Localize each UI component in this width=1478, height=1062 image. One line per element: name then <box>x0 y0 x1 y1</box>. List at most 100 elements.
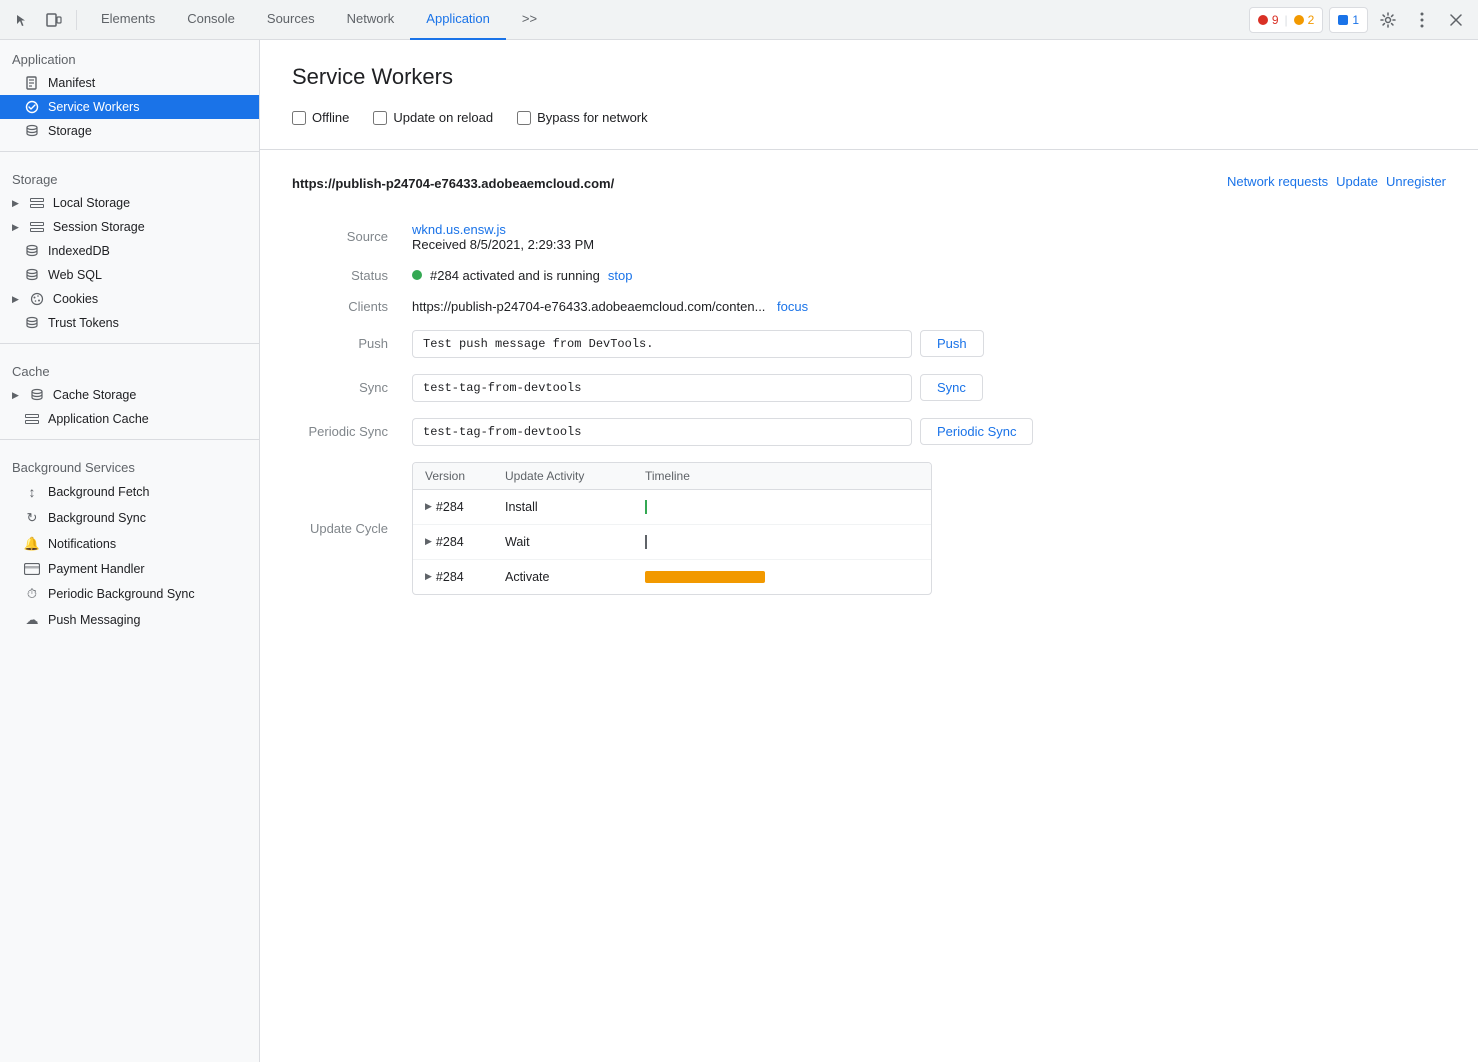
update-on-reload-label: Update on reload <box>393 110 493 125</box>
version-cell[interactable]: ▶ #284 <box>425 535 505 549</box>
sidebar-item-periodic-bg-sync[interactable]: ⏱ Periodic Background Sync <box>0 581 259 607</box>
errors-badge[interactable]: 9 | 2 <box>1249 7 1324 33</box>
periodic-sync-label: Periodic Sync <box>292 416 412 447</box>
periodic-sync-input[interactable] <box>412 418 912 446</box>
content-area: Service Workers Offline Update on reload… <box>260 40 1478 1062</box>
sidebar-item-bg-fetch-label: Background Fetch <box>48 485 149 499</box>
version-text: #284 <box>436 500 464 514</box>
expand-icon: ▶ <box>425 571 432 582</box>
sidebar-item-indexeddb[interactable]: IndexedDB <box>0 239 259 263</box>
col-version: Version <box>425 469 505 483</box>
status-row: #284 activated and is running stop <box>412 268 1446 283</box>
cache-storage-icon <box>29 388 45 402</box>
activity-cell: Activate <box>505 570 645 584</box>
bypass-for-network-label: Bypass for network <box>537 110 648 125</box>
cursor-icon[interactable] <box>8 6 36 34</box>
separator <box>76 10 77 30</box>
sidebar-item-manifest[interactable]: Manifest <box>0 71 259 95</box>
sidebar-item-push-messaging[interactable]: ☁ Push Messaging <box>0 607 259 633</box>
sidebar-header-background: Background Services <box>0 448 259 479</box>
update-cycle-table: Version Update Activity Timeline ▶ #284 … <box>412 462 932 595</box>
push-button[interactable]: Push <box>920 330 984 357</box>
clients-label: Clients <box>292 291 412 322</box>
update-cycle-label: Update Cycle <box>292 513 412 544</box>
manifest-icon <box>24 76 40 90</box>
sync-input[interactable] <box>412 374 912 402</box>
sidebar-item-local-storage[interactable]: ▶ Local Storage <box>0 191 259 215</box>
timeline-green-dot <box>645 500 647 514</box>
tab-more[interactable]: >> <box>506 0 553 40</box>
tab-elements[interactable]: Elements <box>85 0 171 40</box>
tab-network[interactable]: Network <box>331 0 411 40</box>
table-row: ▶ #284 Install <box>413 490 931 525</box>
sidebar-item-websql-label: Web SQL <box>48 268 102 282</box>
sync-button[interactable]: Sync <box>920 374 983 401</box>
periodic-sync-button[interactable]: Periodic Sync <box>920 418 1033 445</box>
arrow-icon: ▶ <box>12 390 19 401</box>
sync-input-row: Sync <box>412 374 1446 402</box>
sidebar-item-notifications[interactable]: 🔔 Notifications <box>0 531 259 557</box>
timeline-orange-bar <box>645 571 765 583</box>
settings-icon[interactable] <box>1374 6 1402 34</box>
sidebar-item-cookies[interactable]: ▶ Cookies <box>0 287 259 311</box>
sidebar-item-app-cache[interactable]: Application Cache <box>0 407 259 431</box>
activity-cell: Wait <box>505 535 645 549</box>
version-cell[interactable]: ▶ #284 <box>425 570 505 584</box>
offline-checkbox-label[interactable]: Offline <box>292 110 349 125</box>
sidebar-item-cache-storage[interactable]: ▶ Cache Storage <box>0 383 259 407</box>
expand-icon: ▶ <box>425 536 432 547</box>
close-icon[interactable] <box>1442 6 1470 34</box>
more-options-icon[interactable] <box>1408 6 1436 34</box>
arrow-icon: ▶ <box>12 198 19 209</box>
update-on-reload-checkbox[interactable] <box>373 111 387 125</box>
sw-entry-header: https://publish-p24704-e76433.adobeaemcl… <box>292 174 1446 194</box>
unregister-link[interactable]: Unregister <box>1386 174 1446 189</box>
focus-link[interactable]: focus <box>777 299 808 314</box>
sidebar-item-cookies-label: Cookies <box>53 292 98 306</box>
tab-sources[interactable]: Sources <box>251 0 331 40</box>
sidebar-item-notifications-label: Notifications <box>48 537 116 551</box>
push-input[interactable] <box>412 330 912 358</box>
sidebar-item-service-workers[interactable]: Service Workers <box>0 95 259 119</box>
network-requests-link[interactable]: Network requests <box>1227 174 1328 189</box>
version-cell[interactable]: ▶ #284 <box>425 500 505 514</box>
update-cycle-header: Version Update Activity Timeline <box>413 463 931 490</box>
update-link[interactable]: Update <box>1336 174 1378 189</box>
expand-icon: ▶ <box>425 501 432 512</box>
sidebar-item-bg-fetch[interactable]: ↕ Background Fetch <box>0 479 259 505</box>
bypass-for-network-checkbox[interactable] <box>517 111 531 125</box>
sidebar-item-bg-sync[interactable]: ↻ Background Sync <box>0 505 259 531</box>
periodic-sync-value: Periodic Sync <box>412 410 1446 454</box>
sw-fields: Source wknd.us.ensw.js Received 8/5/2021… <box>292 214 1446 603</box>
source-link[interactable]: wknd.us.ensw.js <box>412 222 506 237</box>
bypass-for-network-checkbox-label[interactable]: Bypass for network <box>517 110 648 125</box>
sidebar-item-storage[interactable]: Storage <box>0 119 259 143</box>
table-row: ▶ #284 Activate <box>413 560 931 594</box>
sidebar-divider-2 <box>0 343 259 344</box>
periodic-bg-sync-icon: ⏱ <box>24 586 40 602</box>
sidebar-item-local-storage-label: Local Storage <box>53 196 130 210</box>
update-cycle-value: Version Update Activity Timeline ▶ #284 … <box>412 454 1446 603</box>
sidebar-item-payment-handler[interactable]: Payment Handler <box>0 557 259 581</box>
sidebar-item-session-storage[interactable]: ▶ Session Storage <box>0 215 259 239</box>
tab-console[interactable]: Console <box>171 0 251 40</box>
sidebar-item-trust-tokens-label: Trust Tokens <box>48 316 119 330</box>
sidebar-header-cache: Cache <box>0 352 259 383</box>
sidebar-item-websql[interactable]: Web SQL <box>0 263 259 287</box>
status-dot <box>412 270 422 280</box>
stop-link[interactable]: stop <box>608 268 633 283</box>
timeline-gray-dot <box>645 535 647 549</box>
device-toggle-icon[interactable] <box>40 6 68 34</box>
messages-badge[interactable]: 1 <box>1329 7 1368 33</box>
sidebar-item-trust-tokens[interactable]: Trust Tokens <box>0 311 259 335</box>
bg-fetch-icon: ↕ <box>24 484 40 500</box>
tab-application[interactable]: Application <box>410 0 506 40</box>
msg-count: 1 <box>1352 13 1359 27</box>
bg-sync-icon: ↻ <box>24 510 40 526</box>
offline-label: Offline <box>312 110 349 125</box>
timeline-cell <box>645 571 919 583</box>
table-row: ▶ #284 Wait <box>413 525 931 560</box>
offline-checkbox[interactable] <box>292 111 306 125</box>
update-on-reload-checkbox-label[interactable]: Update on reload <box>373 110 493 125</box>
sw-actions: Network requests Update Unregister <box>1227 174 1446 189</box>
